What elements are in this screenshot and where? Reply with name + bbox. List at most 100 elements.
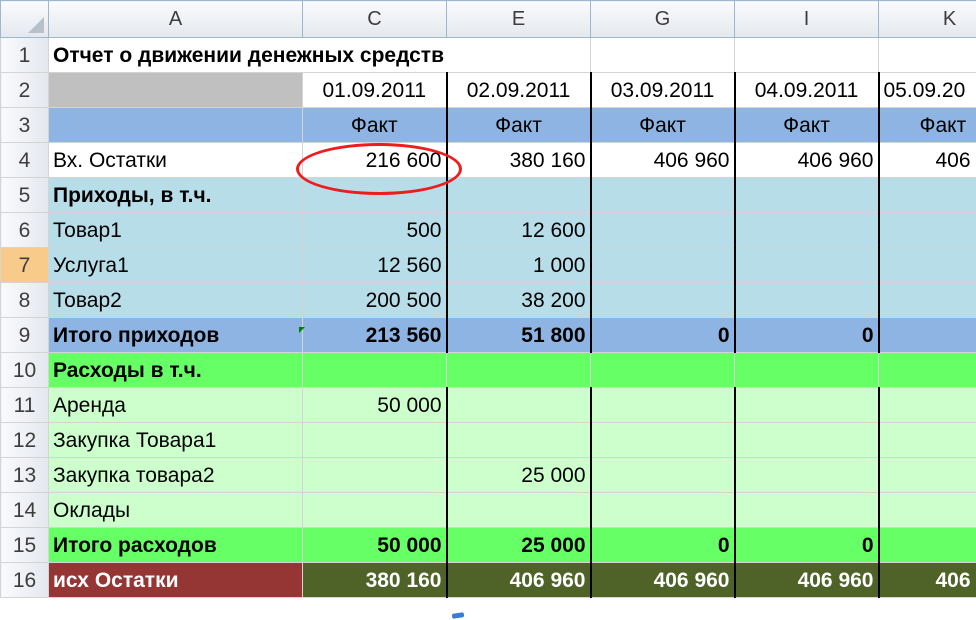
value-cell[interactable] bbox=[878, 317, 976, 353]
value-cell[interactable]: 406 960 bbox=[734, 562, 880, 598]
value-cell[interactable]: 406 960 bbox=[590, 142, 736, 178]
value-cell[interactable] bbox=[878, 212, 976, 248]
cell[interactable] bbox=[590, 37, 735, 73]
cell[interactable] bbox=[878, 37, 976, 73]
value-cell[interactable] bbox=[734, 282, 880, 318]
column-header-g[interactable]: G bbox=[590, 0, 735, 38]
value-cell[interactable] bbox=[302, 177, 448, 213]
row-header-13[interactable]: 13 bbox=[0, 457, 49, 493]
value-cell[interactable]: 0 bbox=[590, 317, 736, 353]
value-cell[interactable] bbox=[878, 387, 976, 423]
value-cell[interactable] bbox=[734, 247, 880, 283]
select-all-button[interactable] bbox=[0, 0, 49, 38]
value-cell[interactable] bbox=[590, 177, 736, 213]
value-cell[interactable]: 38 200 bbox=[446, 282, 592, 318]
row-label-cell[interactable]: Закупка товара2 bbox=[48, 457, 303, 493]
value-cell[interactable]: 406 960 bbox=[446, 562, 592, 598]
fact-cell[interactable]: Факт bbox=[590, 107, 736, 143]
row-header-8[interactable]: 8 bbox=[0, 282, 49, 318]
row-header-14[interactable]: 14 bbox=[0, 492, 49, 528]
value-cell[interactable] bbox=[734, 212, 880, 248]
date-cell[interactable]: 04.09.2011 bbox=[734, 72, 880, 108]
row-label-cell[interactable]: Приходы, в т.ч. bbox=[48, 177, 303, 213]
row-header-11[interactable]: 11 bbox=[0, 387, 49, 423]
value-cell[interactable] bbox=[878, 177, 976, 213]
value-cell[interactable]: 380 160 bbox=[302, 562, 448, 598]
value-cell[interactable] bbox=[734, 177, 880, 213]
row-label-cell[interactable]: Вх. Остатки bbox=[48, 142, 303, 178]
value-cell[interactable]: 25 000 bbox=[446, 457, 592, 493]
row-header-5[interactable]: 5 bbox=[0, 177, 49, 213]
value-cell[interactable]: 50 000 bbox=[302, 527, 448, 563]
row-header-7[interactable]: 7 bbox=[0, 247, 49, 283]
value-cell[interactable]: 12 600 bbox=[446, 212, 592, 248]
value-cell[interactable] bbox=[302, 457, 448, 493]
value-cell[interactable]: 406 960 bbox=[590, 562, 736, 598]
row-label-cell[interactable]: Расходы в т.ч. bbox=[48, 352, 303, 388]
value-cell[interactable] bbox=[734, 457, 880, 493]
cell[interactable] bbox=[48, 107, 303, 143]
row-label-cell[interactable]: Закупка Товара1 bbox=[48, 422, 303, 458]
spreadsheet-grid[interactable]: A C E G I K 1 Отчет о движении денежных … bbox=[0, 0, 976, 620]
value-cell[interactable] bbox=[446, 387, 592, 423]
value-cell[interactable]: 213 560 bbox=[302, 317, 448, 353]
row-label-cell[interactable]: Оклады bbox=[48, 492, 303, 528]
value-cell[interactable] bbox=[302, 492, 448, 528]
value-cell[interactable] bbox=[734, 352, 879, 388]
value-cell[interactable]: 406 960 bbox=[734, 142, 880, 178]
value-cell[interactable]: 50 000 bbox=[302, 387, 448, 423]
fact-cell[interactable]: Факт bbox=[302, 107, 448, 143]
column-header-k[interactable]: K bbox=[878, 0, 976, 38]
value-cell[interactable] bbox=[590, 212, 736, 248]
value-cell[interactable] bbox=[590, 492, 736, 528]
row-header-4[interactable]: 4 bbox=[0, 142, 49, 178]
value-cell[interactable]: 200 500 bbox=[302, 282, 448, 318]
value-cell[interactable]: 406 bbox=[878, 142, 976, 178]
date-cell[interactable]: 02.09.2011 bbox=[446, 72, 592, 108]
value-cell[interactable] bbox=[446, 352, 591, 388]
value-cell[interactable] bbox=[302, 422, 448, 458]
column-header-e[interactable]: E bbox=[446, 0, 591, 38]
value-cell[interactable] bbox=[590, 282, 736, 318]
value-cell[interactable] bbox=[590, 387, 736, 423]
value-cell[interactable] bbox=[590, 247, 736, 283]
value-cell[interactable] bbox=[590, 457, 736, 493]
cell[interactable] bbox=[734, 37, 879, 73]
value-cell[interactable] bbox=[734, 387, 880, 423]
row-header-16[interactable]: 16 bbox=[0, 562, 49, 598]
row-label-cell[interactable]: Аренда bbox=[48, 387, 303, 423]
date-cell[interactable]: 01.09.2011 bbox=[302, 72, 448, 108]
value-cell[interactable] bbox=[878, 352, 976, 388]
value-cell[interactable]: 500 bbox=[302, 212, 448, 248]
row-header-10[interactable]: 10 bbox=[0, 352, 49, 388]
value-cell[interactable]: 0 bbox=[734, 527, 880, 563]
value-cell[interactable]: 216 600 bbox=[302, 142, 448, 178]
row-label-cell[interactable]: Услуга1 bbox=[48, 247, 303, 283]
row-header-12[interactable]: 12 bbox=[0, 422, 49, 458]
value-cell[interactable] bbox=[878, 282, 976, 318]
value-cell[interactable] bbox=[446, 492, 592, 528]
value-cell[interactable]: 12 560 bbox=[302, 247, 448, 283]
fact-cell[interactable]: Факт bbox=[878, 107, 976, 143]
fact-cell[interactable]: Факт bbox=[734, 107, 880, 143]
value-cell[interactable]: 380 160 bbox=[446, 142, 592, 178]
value-cell[interactable] bbox=[878, 422, 976, 458]
row-header-2[interactable]: 2 bbox=[0, 72, 49, 108]
column-header-a[interactable]: A bbox=[48, 0, 303, 38]
value-cell[interactable]: 0 bbox=[590, 527, 736, 563]
value-cell[interactable] bbox=[734, 492, 880, 528]
column-header-i[interactable]: I bbox=[734, 0, 879, 38]
row-header-1[interactable]: 1 bbox=[0, 37, 49, 73]
value-cell[interactable] bbox=[878, 492, 976, 528]
value-cell[interactable] bbox=[590, 352, 735, 388]
row-header-9[interactable]: 9 bbox=[0, 317, 49, 353]
value-cell[interactable]: 0 bbox=[734, 317, 880, 353]
cell[interactable] bbox=[48, 72, 303, 108]
row-label-cell[interactable]: Итого приходов bbox=[48, 317, 303, 353]
date-cell[interactable]: 05.09.20 bbox=[878, 72, 976, 108]
cell[interactable] bbox=[446, 37, 591, 73]
date-cell[interactable]: 03.09.2011 bbox=[590, 72, 736, 108]
column-header-c[interactable]: C bbox=[302, 0, 447, 38]
value-cell[interactable] bbox=[302, 352, 447, 388]
value-cell[interactable] bbox=[878, 247, 976, 283]
